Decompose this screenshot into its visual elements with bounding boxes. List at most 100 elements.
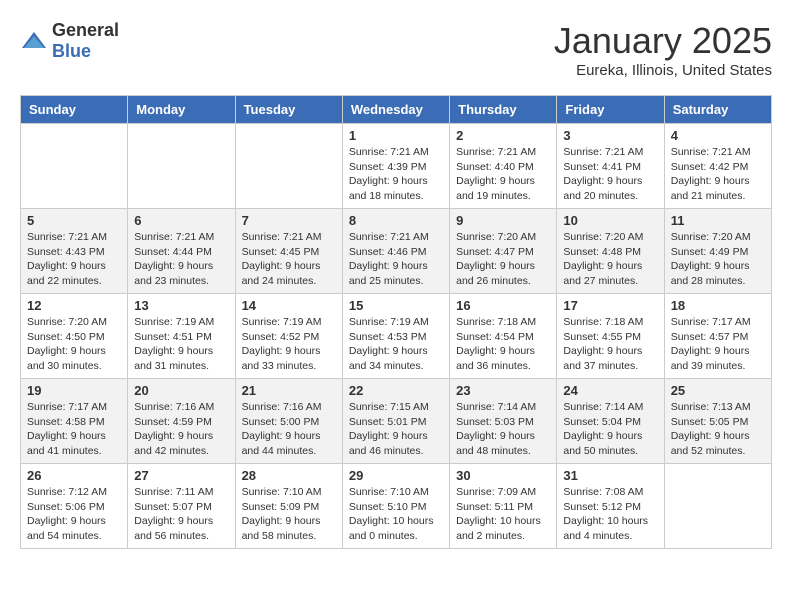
day-details: Sunrise: 7:21 AM Sunset: 4:44 PM Dayligh…	[134, 230, 228, 289]
calendar-header: SundayMondayTuesdayWednesdayThursdayFrid…	[21, 96, 772, 124]
week-row: 19 Sunrise: 7:17 AM Sunset: 4:58 PM Dayli…	[21, 379, 772, 464]
day-details: Sunrise: 7:20 AM Sunset: 4:50 PM Dayligh…	[27, 315, 121, 374]
logo-text: General Blue	[52, 20, 119, 62]
day-number: 12	[27, 298, 121, 313]
calendar-cell: 14 Sunrise: 7:19 AM Sunset: 4:52 PM Dayli…	[235, 294, 342, 379]
calendar-cell	[21, 124, 128, 209]
day-details: Sunrise: 7:15 AM Sunset: 5:01 PM Dayligh…	[349, 400, 443, 459]
weekday-header: Monday	[128, 96, 235, 124]
calendar-cell: 20Sunrise: 7:16 AM Sunset: 4:59 PM Dayli…	[128, 379, 235, 464]
calendar-cell: 1 Sunrise: 7:21 AM Sunset: 4:39 PM Daylig…	[342, 124, 449, 209]
day-number: 4	[671, 128, 765, 143]
day-details: Sunrise: 7:09 AM Sunset: 5:11 PM Dayligh…	[456, 485, 550, 544]
calendar-cell: 2 Sunrise: 7:21 AM Sunset: 4:40 PM Daylig…	[450, 124, 557, 209]
day-details: Sunrise: 7:20 AM Sunset: 4:47 PM Dayligh…	[456, 230, 550, 289]
day-details: Sunrise: 7:19 AM Sunset: 4:53 PM Dayligh…	[349, 315, 443, 374]
calendar-cell: 21 Sunrise: 7:16 AM Sunset: 5:00 PM Dayli…	[235, 379, 342, 464]
week-row: 5Sunrise: 7:21 AM Sunset: 4:43 PM Daylig…	[21, 209, 772, 294]
day-details: Sunrise: 7:21 AM Sunset: 4:42 PM Dayligh…	[671, 145, 765, 204]
day-details: Sunrise: 7:19 AM Sunset: 4:51 PM Dayligh…	[134, 315, 228, 374]
calendar-cell: 12 Sunrise: 7:20 AM Sunset: 4:50 PM Dayli…	[21, 294, 128, 379]
calendar-cell: 23Sunrise: 7:14 AM Sunset: 5:03 PM Dayli…	[450, 379, 557, 464]
title-block: January 2025 Eureka, Illinois, United St…	[554, 20, 772, 79]
day-details: Sunrise: 7:17 AM Sunset: 4:58 PM Dayligh…	[27, 400, 121, 459]
day-number: 29	[349, 468, 443, 483]
day-details: Sunrise: 7:18 AM Sunset: 4:54 PM Dayligh…	[456, 315, 550, 374]
calendar-cell: 15Sunrise: 7:19 AM Sunset: 4:53 PM Dayli…	[342, 294, 449, 379]
day-number: 18	[671, 298, 765, 313]
day-number: 3	[563, 128, 657, 143]
day-number: 22	[349, 383, 443, 398]
logo-general: General	[52, 20, 119, 40]
day-number: 19	[27, 383, 121, 398]
day-number: 25	[671, 383, 765, 398]
calendar-cell: 22 Sunrise: 7:15 AM Sunset: 5:01 PM Dayli…	[342, 379, 449, 464]
day-details: Sunrise: 7:21 AM Sunset: 4:41 PM Dayligh…	[563, 145, 657, 204]
week-row: 1 Sunrise: 7:21 AM Sunset: 4:39 PM Daylig…	[21, 124, 772, 209]
calendar-cell: 8 Sunrise: 7:21 AM Sunset: 4:46 PM Daylig…	[342, 209, 449, 294]
day-number: 17	[563, 298, 657, 313]
calendar-cell: 3 Sunrise: 7:21 AM Sunset: 4:41 PM Daylig…	[557, 124, 664, 209]
day-number: 30	[456, 468, 550, 483]
week-row: 12 Sunrise: 7:20 AM Sunset: 4:50 PM Dayli…	[21, 294, 772, 379]
day-details: Sunrise: 7:14 AM Sunset: 5:04 PM Dayligh…	[563, 400, 657, 459]
day-details: Sunrise: 7:20 AM Sunset: 4:49 PM Dayligh…	[671, 230, 765, 289]
calendar-cell: 10Sunrise: 7:20 AM Sunset: 4:48 PM Dayli…	[557, 209, 664, 294]
calendar-cell: 17 Sunrise: 7:18 AM Sunset: 4:55 PM Dayli…	[557, 294, 664, 379]
day-details: Sunrise: 7:16 AM Sunset: 5:00 PM Dayligh…	[242, 400, 336, 459]
day-details: Sunrise: 7:21 AM Sunset: 4:43 PM Dayligh…	[27, 230, 121, 289]
day-details: Sunrise: 7:18 AM Sunset: 4:55 PM Dayligh…	[563, 315, 657, 374]
day-number: 8	[349, 213, 443, 228]
calendar-cell: 9 Sunrise: 7:20 AM Sunset: 4:47 PM Daylig…	[450, 209, 557, 294]
calendar-cell: 28 Sunrise: 7:10 AM Sunset: 5:09 PM Dayli…	[235, 464, 342, 549]
calendar-cell: 5Sunrise: 7:21 AM Sunset: 4:43 PM Daylig…	[21, 209, 128, 294]
day-number: 28	[242, 468, 336, 483]
weekday-header: Thursday	[450, 96, 557, 124]
day-details: Sunrise: 7:21 AM Sunset: 4:40 PM Dayligh…	[456, 145, 550, 204]
day-number: 26	[27, 468, 121, 483]
header: General Blue January 2025 Eureka, Illino…	[20, 20, 772, 79]
calendar-body: 1 Sunrise: 7:21 AM Sunset: 4:39 PM Daylig…	[21, 124, 772, 549]
calendar-cell: 11Sunrise: 7:20 AM Sunset: 4:49 PM Dayli…	[664, 209, 771, 294]
calendar-cell: 30 Sunrise: 7:09 AM Sunset: 5:11 PM Dayli…	[450, 464, 557, 549]
day-number: 6	[134, 213, 228, 228]
calendar-cell: 18 Sunrise: 7:17 AM Sunset: 4:57 PM Dayli…	[664, 294, 771, 379]
calendar-cell: 7Sunrise: 7:21 AM Sunset: 4:45 PM Daylig…	[235, 209, 342, 294]
day-number: 20	[134, 383, 228, 398]
day-number: 27	[134, 468, 228, 483]
calendar-cell: 27 Sunrise: 7:11 AM Sunset: 5:07 PM Dayli…	[128, 464, 235, 549]
day-number: 1	[349, 128, 443, 143]
logo-blue: Blue	[52, 41, 91, 61]
calendar-cell: 24Sunrise: 7:14 AM Sunset: 5:04 PM Dayli…	[557, 379, 664, 464]
calendar-subtitle: Eureka, Illinois, United States	[554, 62, 772, 79]
day-number: 2	[456, 128, 550, 143]
weekday-header: Tuesday	[235, 96, 342, 124]
day-number: 13	[134, 298, 228, 313]
weekday-header: Saturday	[664, 96, 771, 124]
day-number: 31	[563, 468, 657, 483]
weekday-header: Friday	[557, 96, 664, 124]
week-row: 26 Sunrise: 7:12 AM Sunset: 5:06 PM Dayli…	[21, 464, 772, 549]
calendar-cell: 26 Sunrise: 7:12 AM Sunset: 5:06 PM Dayli…	[21, 464, 128, 549]
day-details: Sunrise: 7:10 AM Sunset: 5:09 PM Dayligh…	[242, 485, 336, 544]
day-details: Sunrise: 7:21 AM Sunset: 4:46 PM Dayligh…	[349, 230, 443, 289]
day-details: Sunrise: 7:11 AM Sunset: 5:07 PM Dayligh…	[134, 485, 228, 544]
day-details: Sunrise: 7:21 AM Sunset: 4:39 PM Dayligh…	[349, 145, 443, 204]
day-details: Sunrise: 7:19 AM Sunset: 4:52 PM Dayligh…	[242, 315, 336, 374]
day-number: 10	[563, 213, 657, 228]
logo: General Blue	[20, 20, 119, 62]
day-number: 21	[242, 383, 336, 398]
day-number: 9	[456, 213, 550, 228]
calendar-cell: 4 Sunrise: 7:21 AM Sunset: 4:42 PM Daylig…	[664, 124, 771, 209]
calendar-cell: 13 Sunrise: 7:19 AM Sunset: 4:51 PM Dayli…	[128, 294, 235, 379]
calendar-cell	[664, 464, 771, 549]
calendar-cell: 19 Sunrise: 7:17 AM Sunset: 4:58 PM Dayli…	[21, 379, 128, 464]
day-details: Sunrise: 7:17 AM Sunset: 4:57 PM Dayligh…	[671, 315, 765, 374]
weekday-row: SundayMondayTuesdayWednesdayThursdayFrid…	[21, 96, 772, 124]
day-number: 16	[456, 298, 550, 313]
calendar-cell: 6 Sunrise: 7:21 AM Sunset: 4:44 PM Daylig…	[128, 209, 235, 294]
day-details: Sunrise: 7:14 AM Sunset: 5:03 PM Dayligh…	[456, 400, 550, 459]
calendar-cell: 16 Sunrise: 7:18 AM Sunset: 4:54 PM Dayli…	[450, 294, 557, 379]
day-number: 14	[242, 298, 336, 313]
day-details: Sunrise: 7:12 AM Sunset: 5:06 PM Dayligh…	[27, 485, 121, 544]
